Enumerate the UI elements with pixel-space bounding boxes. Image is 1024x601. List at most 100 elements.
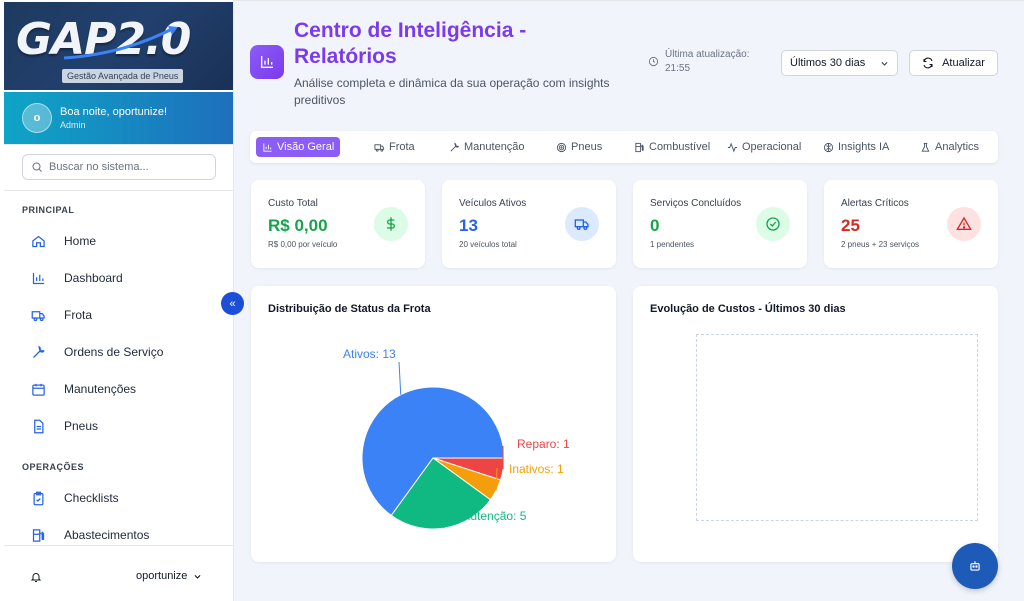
sidebar-item-home[interactable]: Home xyxy=(22,227,222,255)
target-icon xyxy=(556,142,567,152)
card-note: 1 pendentes xyxy=(650,240,695,249)
tab-visao-geral[interactable]: Visão Geral xyxy=(256,137,341,157)
card-value: 0 xyxy=(650,216,660,235)
fleet-status-pie-chart: Ativos: 13 Reparo: 1 Inativos: 1 Manutenção… xyxy=(343,347,570,530)
check-circle-icon xyxy=(756,207,790,241)
truck-icon xyxy=(374,143,385,152)
sidebar-item-ordens-servico[interactable]: Ordens de Serviço xyxy=(22,338,222,366)
section-title-principal: PRINCIPAL xyxy=(22,205,75,215)
tab-label: Insights IA xyxy=(838,141,890,153)
pie-label-line xyxy=(398,361,402,395)
card-label: Veículos Ativos xyxy=(459,198,527,209)
last-update-time: 21:55 xyxy=(665,63,691,74)
tab-operacional[interactable]: Operacional xyxy=(721,137,807,157)
tab-label: Operacional xyxy=(742,141,802,153)
period-value: Últimos 30 dias xyxy=(790,57,866,69)
bell-icon[interactable] xyxy=(30,570,42,588)
card-note: R$ 0,00 por veículo xyxy=(268,240,338,249)
card-label: Serviços Concluídos xyxy=(650,198,742,209)
pie-label-inativos: Inativos: 1 xyxy=(509,462,564,476)
bar-chart-icon xyxy=(263,142,272,152)
bar-chart-icon xyxy=(30,270,46,286)
card-label: Custo Total xyxy=(268,198,318,209)
bot-icon xyxy=(970,561,980,571)
user-greeting: Boa noite, oportunize! xyxy=(60,106,168,118)
refresh-label: Atualizar xyxy=(942,57,985,69)
tab-frota[interactable]: Frota xyxy=(368,137,421,157)
collapse-sidebar-button[interactable]: « xyxy=(221,292,244,315)
page-title: Centro de Inteligência - Relatórios xyxy=(294,19,527,68)
sidebar-item-frota[interactable]: Frota xyxy=(22,301,222,329)
tab-pneus[interactable]: Pneus xyxy=(550,137,608,157)
tab-insights-ia[interactable]: Insights IA xyxy=(817,137,895,157)
footer-username: oportunize xyxy=(136,570,188,582)
sidebar-item-label: Home xyxy=(64,234,97,248)
last-update-label: Última atualização: xyxy=(665,49,750,60)
pie-label-manutenção: Manutenção: 5 xyxy=(447,509,527,523)
refresh-button[interactable]: Atualizar xyxy=(909,50,998,76)
chevron-down-icon xyxy=(194,574,201,579)
report-icon xyxy=(250,45,284,79)
page-subtitle: Análise completa e dinâmica da sua opera… xyxy=(294,76,610,107)
sidebar: GAP2.0 Gestão Avançada de Pneus o Boa no… xyxy=(0,0,234,601)
user-card[interactable]: o Boa noite, oportunize! Admin xyxy=(4,92,233,144)
sidebar-item-label: Ordens de Serviço xyxy=(64,345,164,359)
cost-evolution-panel: Evolução de Custos - Últimos 30 dias xyxy=(633,286,998,562)
period-select[interactable]: Últimos 30 dias xyxy=(781,50,898,76)
panel-title: Evolução de Custos - Últimos 30 dias xyxy=(650,303,846,315)
search-box[interactable] xyxy=(22,154,216,180)
home-icon xyxy=(30,233,46,249)
sidebar-item-pneus[interactable]: Pneus xyxy=(22,412,222,440)
search-icon xyxy=(32,162,42,172)
calendar-icon xyxy=(30,381,46,397)
truck-icon xyxy=(565,207,599,241)
sidebar-item-dashboard[interactable]: Dashboard xyxy=(22,264,222,292)
document-icon xyxy=(30,418,46,434)
chevron-down-icon xyxy=(881,61,888,66)
chevrons-left-icon: « xyxy=(229,297,236,310)
sidebar-item-checklists[interactable]: Checklists xyxy=(22,484,222,512)
card-note: 2 pneus + 23 serviços xyxy=(841,240,920,249)
logo-subtitle: Gestão Avançada de Pneus xyxy=(62,69,184,83)
tab-label: Manutenção xyxy=(464,141,525,153)
sidebar-item-label: Abastecimentos xyxy=(64,528,150,542)
section-title-operacoes: OPERAÇÕES xyxy=(22,462,85,472)
clock-icon xyxy=(648,56,659,67)
pie-label-ativos: Ativos: 13 xyxy=(343,347,396,361)
tab-analytics[interactable]: Analytics xyxy=(914,137,985,157)
tab-label: Pneus xyxy=(571,141,603,153)
fuel-icon xyxy=(30,527,46,543)
kpi-card-veiculos-ativos: Veículos Ativos 13 20 veículos total xyxy=(442,180,616,268)
last-update: Última atualização: 21:55 xyxy=(648,48,749,76)
alert-triangle-icon xyxy=(947,207,981,241)
logo[interactable]: GAP2.0 Gestão Avançada de Pneus xyxy=(4,2,233,90)
card-value: R$ 0,00 xyxy=(268,216,328,235)
brain-icon xyxy=(823,142,834,152)
kpi-card-alertas-criticos: Alertas Críticos 25 2 pneus + 23 serviço… xyxy=(824,180,998,268)
report-tabs: Visão Geral Frota Manutenção Pneus Combu… xyxy=(250,131,998,163)
user-role: Admin xyxy=(60,120,86,130)
tab-combustivel[interactable]: Combustível xyxy=(628,137,716,157)
dollar-icon xyxy=(374,207,408,241)
sidebar-item-manutencoes[interactable]: Manutenções xyxy=(22,375,222,403)
panel-title: Distribuição de Status da Frota xyxy=(268,303,431,315)
sidebar-item-label: Checklists xyxy=(64,491,119,505)
card-label: Alertas Críticos xyxy=(841,198,909,209)
fuel-icon xyxy=(635,142,644,152)
divider xyxy=(4,190,233,191)
user-menu[interactable]: oportunize xyxy=(136,570,202,582)
refresh-icon xyxy=(923,57,933,69)
tab-manutencao[interactable]: Manutenção xyxy=(443,137,531,157)
kpi-card-servicos-concluidos: Serviços Concluídos 0 1 pendentes xyxy=(633,180,807,268)
tab-label: Frota xyxy=(389,141,415,153)
card-note: 20 veículos total xyxy=(459,240,517,249)
search-input[interactable] xyxy=(49,161,209,173)
tab-label: Combustível xyxy=(649,141,711,153)
avatar: o xyxy=(22,103,52,133)
card-value: 13 xyxy=(459,216,478,235)
truck-icon xyxy=(30,307,46,323)
wrench-icon xyxy=(30,344,46,360)
sidebar-footer: oportunize xyxy=(4,545,233,601)
card-value: 25 xyxy=(841,216,860,235)
assistant-bot-button[interactable] xyxy=(952,543,998,589)
